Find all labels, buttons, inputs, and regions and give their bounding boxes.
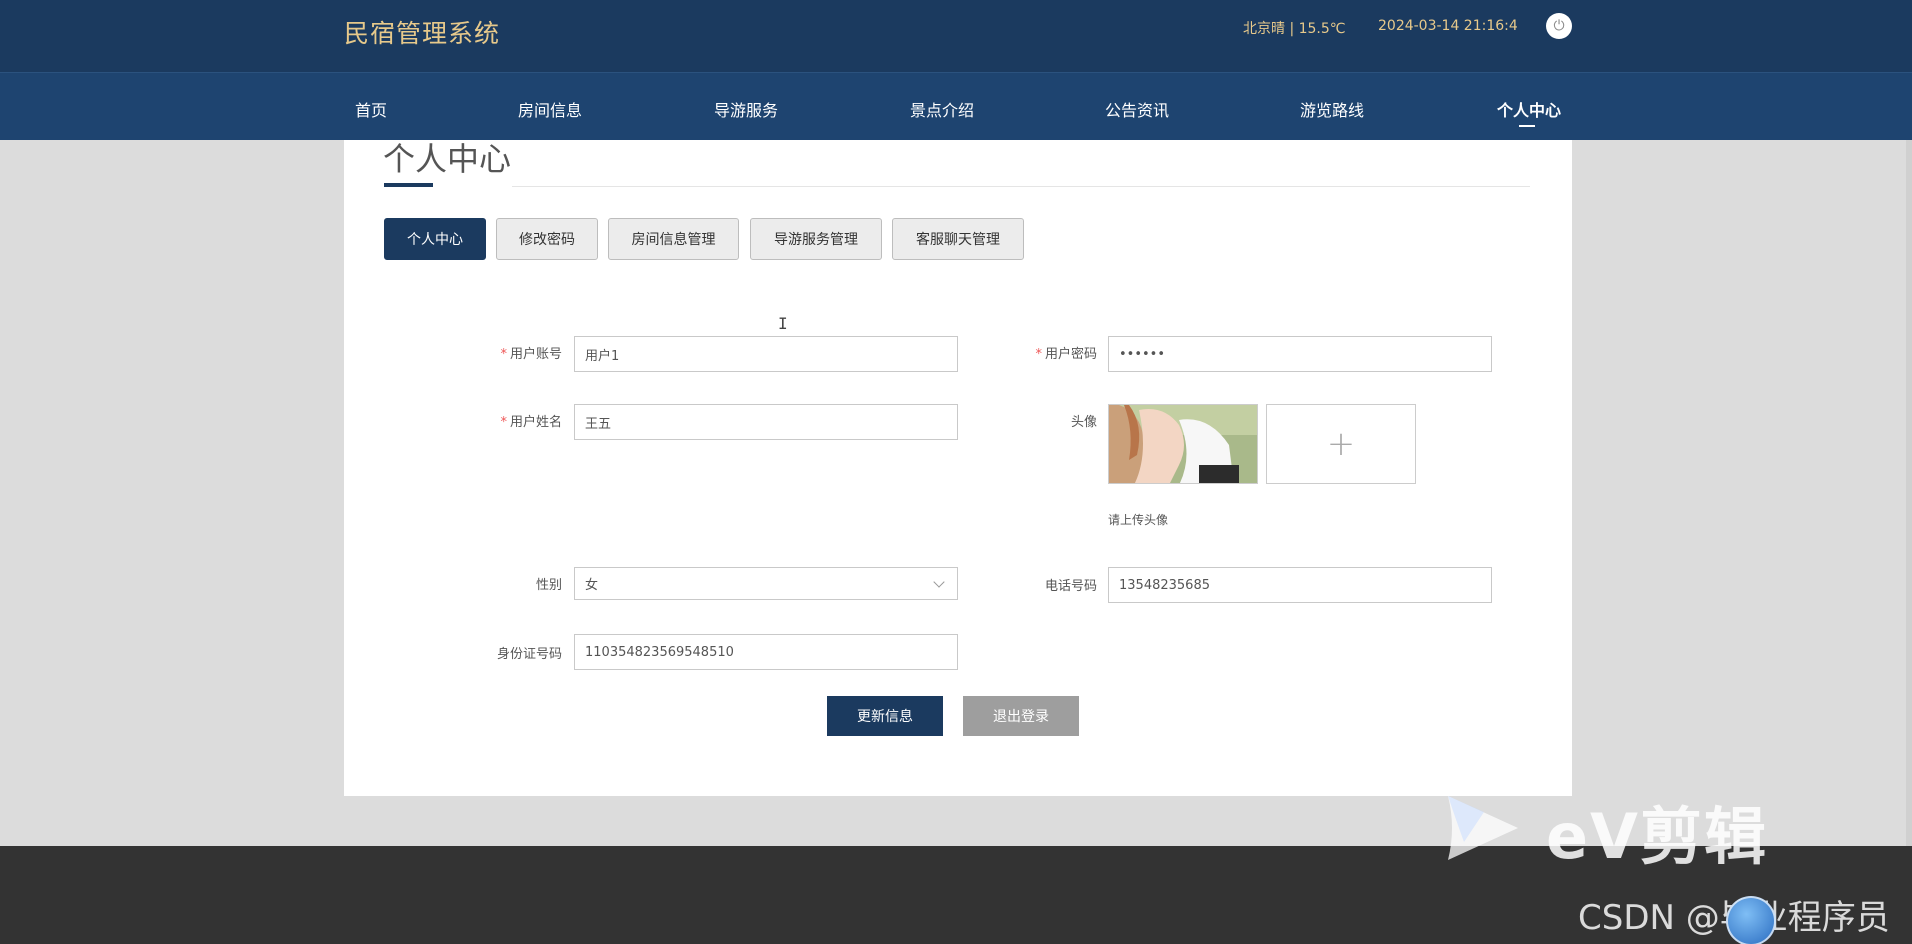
account-input[interactable]: [574, 336, 958, 372]
nav-active-indicator: [1519, 125, 1535, 127]
title-divider: [512, 186, 1530, 187]
page-scrollbar[interactable]: [1906, 140, 1912, 846]
account-label-text: 用户账号: [509, 347, 562, 362]
password-label-text: 用户密码: [1044, 347, 1097, 362]
avatar-photo: [1109, 405, 1257, 483]
name-label: * 用户姓名: [422, 411, 562, 430]
avatar-image[interactable]: [1108, 404, 1258, 484]
required-mark: *: [1035, 347, 1042, 362]
tab-profile[interactable]: 个人中心: [384, 218, 486, 260]
text-cursor-icon: I: [778, 314, 788, 333]
ev-watermark-logo-icon: [1448, 796, 1518, 860]
avatar-label: 头像: [1070, 415, 1097, 430]
nav-item-attractions[interactable]: 景点介绍: [910, 97, 974, 121]
avatar-upload-button[interactable]: +: [1266, 404, 1416, 484]
name-input[interactable]: [574, 404, 958, 440]
gender-select[interactable]: 女: [574, 567, 958, 600]
avatar-upload-hint: 请上传头像: [1108, 513, 1169, 527]
name-label-text: 用户姓名: [509, 415, 562, 430]
gender-label: 性别: [535, 578, 562, 593]
nav-item-rooms[interactable]: 房间信息: [518, 97, 582, 121]
update-info-button[interactable]: 更新信息: [827, 696, 943, 736]
power-icon: ⏻: [1553, 18, 1565, 34]
weather-info: 北京晴 | 15.5℃: [1243, 21, 1346, 37]
nav-item-home[interactable]: 首页: [355, 97, 387, 121]
page-title: 个人中心: [383, 140, 512, 178]
phone-input[interactable]: [1108, 567, 1492, 603]
site-title[interactable]: 民宿管理系统: [344, 14, 500, 50]
idcard-label: 身份证号码: [496, 647, 562, 662]
idcard-input[interactable]: [574, 634, 958, 670]
logout-power-button[interactable]: ⏻: [1546, 13, 1572, 39]
top-header: 民宿管理系统 北京晴 | 15.5℃ 2024-03-14 21:16:4 ⏻: [0, 0, 1912, 72]
title-accent-bar: [384, 183, 433, 187]
gender-value: 女: [585, 578, 599, 593]
tab-guide-service-management[interactable]: 导游服务管理: [750, 218, 882, 260]
floating-badge-icon[interactable]: [1726, 896, 1776, 944]
required-mark: *: [500, 415, 507, 430]
required-mark: *: [500, 347, 507, 362]
tab-chat-management[interactable]: 客服聊天管理: [892, 218, 1024, 260]
password-input[interactable]: [1108, 336, 1492, 372]
nav-item-announcements[interactable]: 公告资讯: [1105, 97, 1169, 121]
nav-item-profile[interactable]: 个人中心: [1497, 97, 1561, 121]
password-label: * 用户密码: [957, 343, 1097, 362]
plus-icon: +: [1326, 424, 1356, 464]
nav-item-routes[interactable]: 游览路线: [1300, 97, 1364, 121]
datetime: 2024-03-14 21:16:4: [1378, 18, 1518, 34]
phone-label: 电话号码: [1044, 579, 1097, 594]
tab-change-password[interactable]: 修改密码: [496, 218, 598, 260]
ev-watermark-text: eV剪辑: [1546, 800, 1769, 873]
nav-item-guide[interactable]: 导游服务: [714, 97, 778, 121]
main-nav: 首页 房间信息 导游服务 景点介绍 公告资讯 游览路线 个人中心: [0, 72, 1912, 140]
logout-button[interactable]: 退出登录: [963, 696, 1079, 736]
chevron-down-icon: [933, 575, 945, 588]
tab-room-management[interactable]: 房间信息管理: [608, 218, 739, 260]
account-label: * 用户账号: [422, 343, 562, 362]
